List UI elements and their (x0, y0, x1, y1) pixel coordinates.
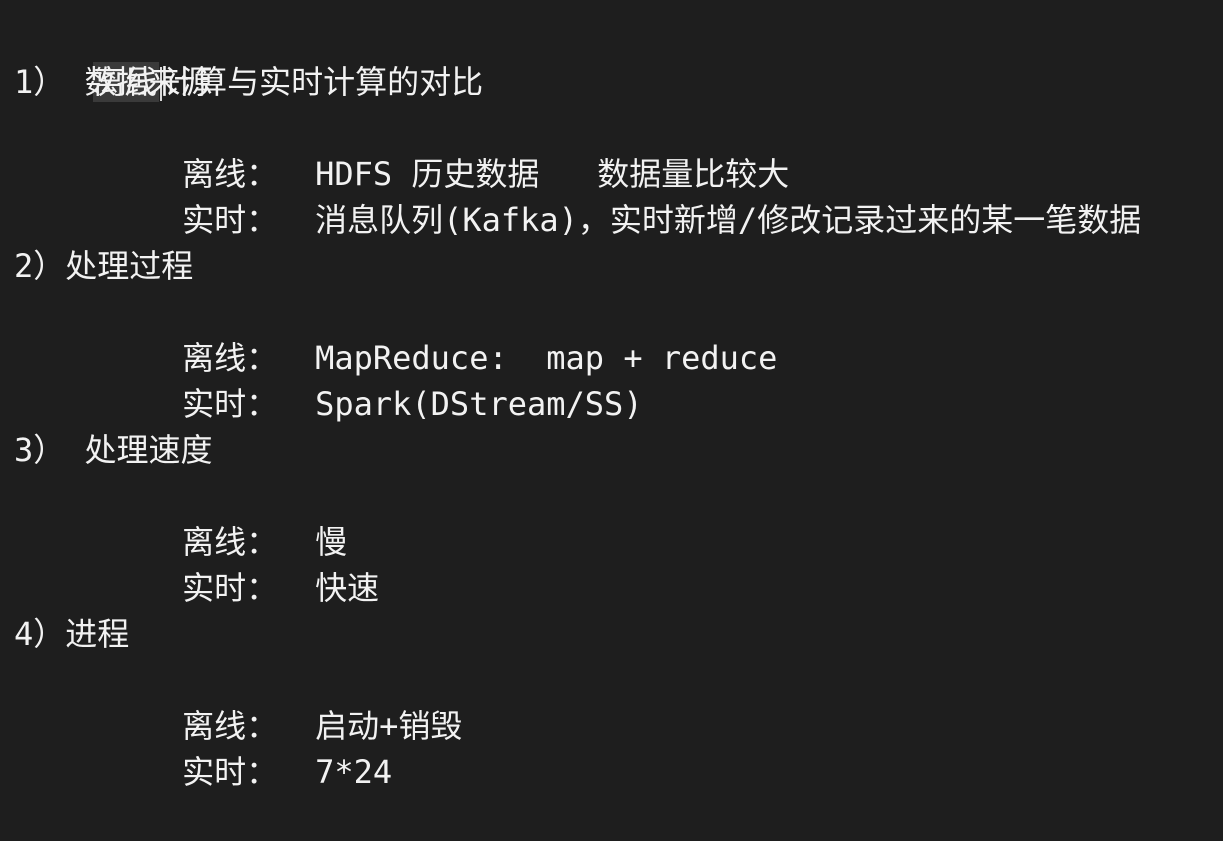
section-heading-2: 2）处理过程 (14, 247, 194, 285)
section-heading-4: 4）进程 (14, 615, 130, 653)
realtime-label: 实时： (182, 385, 279, 423)
title-line[interactable]: 离线 计算与实时计算的对比 (0, 13, 1223, 102)
offline-row-3: 离线：慢 (0, 473, 1223, 561)
realtime-value: 快速 (315, 569, 380, 607)
realtime-value: 7*24 (315, 753, 393, 791)
realtime-row-3: 实时： 快速 (0, 519, 1223, 607)
offline-row-2: 离线： MapReduce: map + reduce (0, 289, 1223, 377)
realtime-row-4: 实时： 7*24 (0, 703, 1223, 791)
realtime-value: 消息队列(Kafka)，实时新增/修改记录过来的某一笔数据 (315, 201, 1142, 239)
section-heading-3: 3） 处理速度 (14, 431, 213, 469)
realtime-row-1: 实时： 消息队列(Kafka)，实时新增/修改记录过来的某一笔数据 (0, 151, 1223, 239)
section-heading-1: 1） 数据来源 (14, 63, 213, 101)
realtime-label: 实时： (182, 753, 279, 791)
realtime-label: 实时： (182, 569, 279, 607)
realtime-row-2: 实时： Spark(DStream/SS) (0, 335, 1223, 423)
realtime-value: Spark(DStream/SS) (315, 385, 643, 423)
offline-row-1: 离线： HDFS 历史数据 数据量比较大 (0, 105, 1223, 193)
realtime-label: 实时： (182, 201, 279, 239)
text-editor[interactable]: 离线 计算与实时计算的对比 1） 数据来源 离线： HDFS 历史数据 数据量比较大… (0, 0, 1223, 791)
offline-row-4: 离线： 启动+销毁 (0, 657, 1223, 745)
